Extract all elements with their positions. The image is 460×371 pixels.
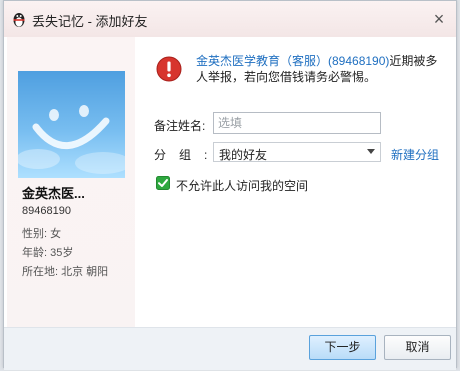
warning-message: 金英杰医学教育（客服）(89468190)近期被多人举报，若向您借钱请务必警惕。: [196, 53, 448, 85]
nickname: 金英杰医...: [22, 186, 85, 201]
remark-name-input[interactable]: [213, 112, 381, 134]
deny-zone-access-label[interactable]: 不允许此人访问我的空间: [176, 177, 308, 194]
qq-penguin-icon: [13, 13, 25, 27]
add-friend-dialog: 丢失记忆 - 添加好友 × 金英杰医... 89468190 性别: 女 年龄:…: [3, 0, 457, 370]
new-group-link[interactable]: 新建分组: [391, 146, 439, 163]
cancel-button[interactable]: 取消: [384, 335, 451, 360]
profile-panel: 金英杰医... 89468190 性别: 女 年龄: 35岁 所在地: 北京 朝…: [7, 37, 135, 327]
checkbox-checked-icon[interactable]: [156, 176, 170, 190]
warning-contact-link[interactable]: 金英杰医学教育（客服）(89468190): [196, 54, 389, 68]
window-title: 丢失记忆 - 添加好友: [32, 14, 148, 29]
warning-icon: [156, 56, 182, 82]
close-button[interactable]: ×: [428, 9, 450, 29]
sky-smile-image: [18, 105, 125, 174]
chevron-down-icon: [367, 149, 375, 154]
title-bar[interactable]: 丢失记忆 - 添加好友 ×: [4, 1, 456, 37]
group-select-value: 我的好友: [219, 148, 268, 162]
location-info: 所在地: 北京 朝阳: [22, 266, 109, 278]
avatar[interactable]: [18, 71, 125, 178]
age-info: 年龄: 35岁: [22, 247, 74, 259]
next-button[interactable]: 下一步: [309, 335, 376, 360]
remark-label: 备注姓名:: [154, 119, 206, 133]
dialog-footer: 下一步 取消: [4, 327, 456, 370]
qq-number: 89468190: [22, 205, 71, 217]
group-select[interactable]: 我的好友: [213, 142, 381, 162]
group-label: 分组:: [154, 148, 221, 162]
gender-info: 性别: 女: [22, 228, 62, 240]
